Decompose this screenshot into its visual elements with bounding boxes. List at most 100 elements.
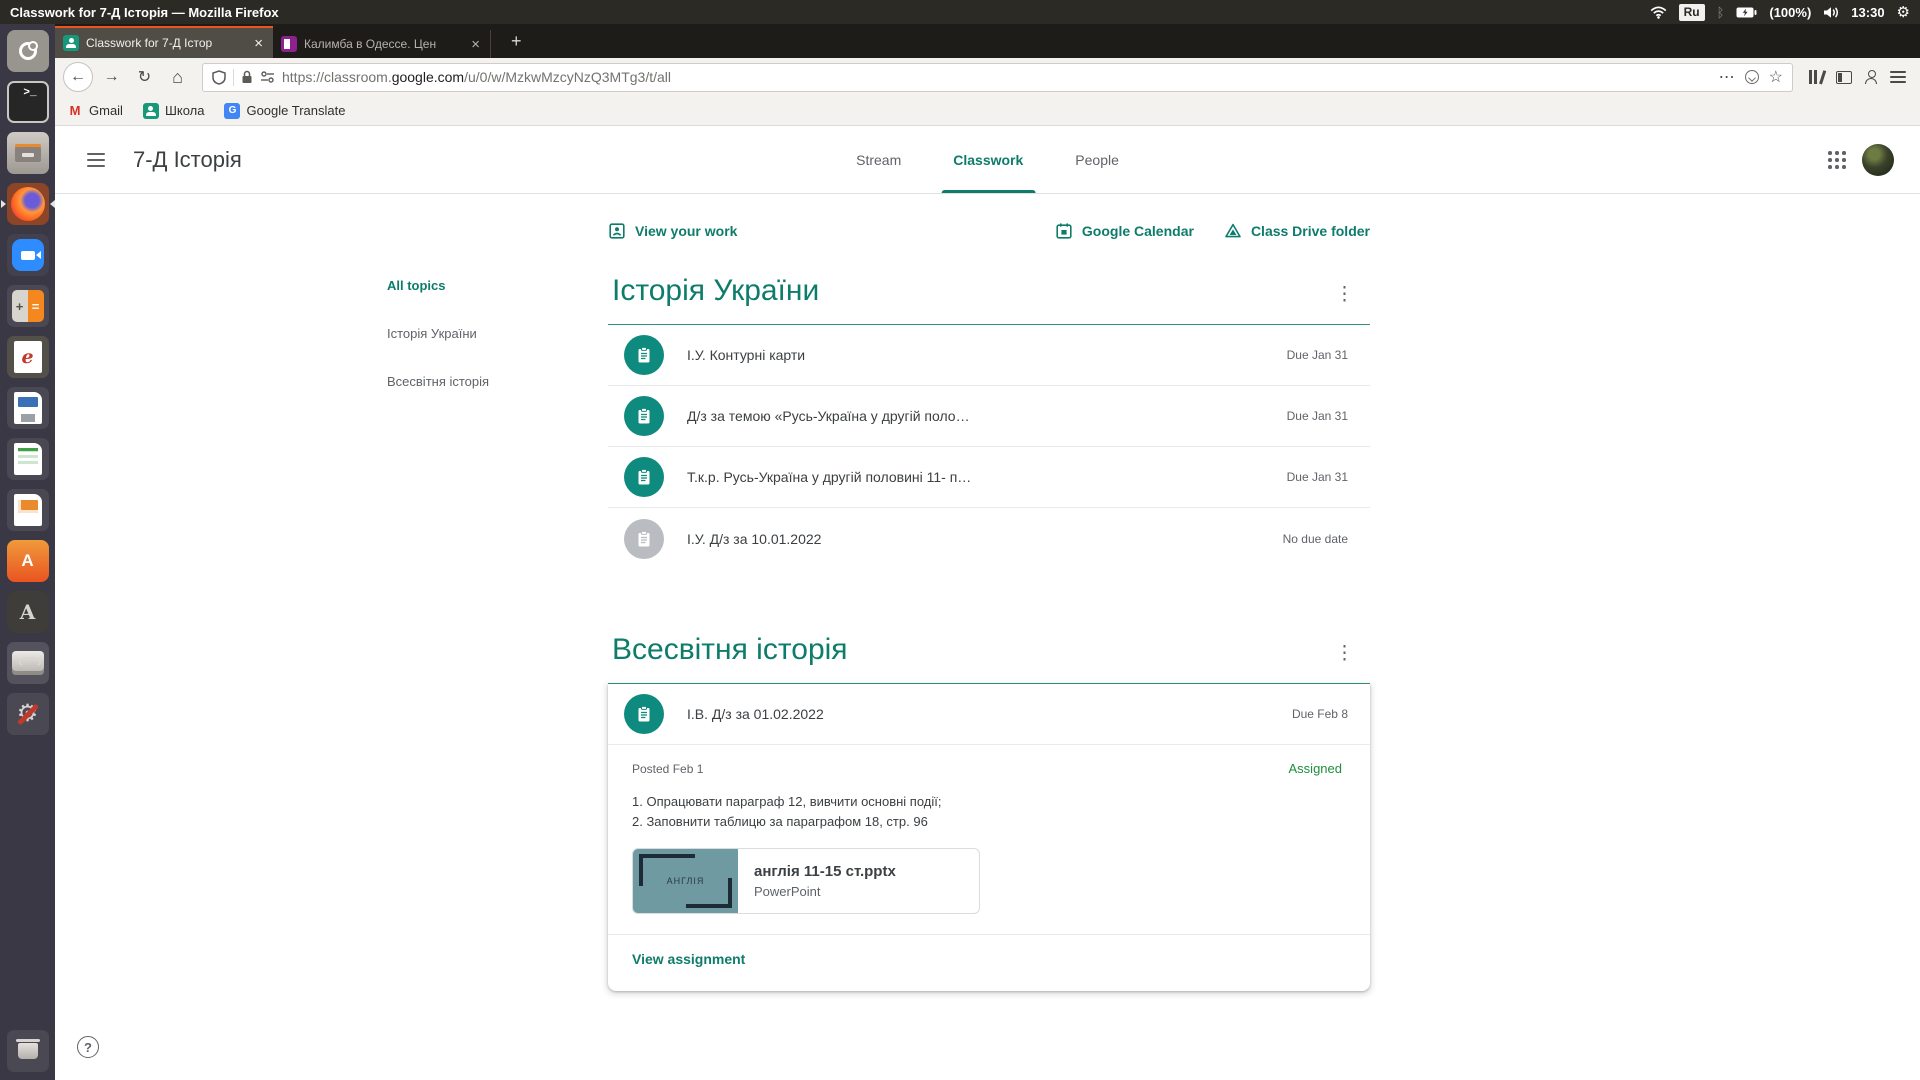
menu-hamburger-icon[interactable]	[1890, 71, 1906, 83]
assignment-row[interactable]: Д/з за темою «Русь-Україна у другій поло…	[608, 386, 1370, 447]
assignment-row[interactable]: І.У. Д/з за 10.01.2022 No due date	[608, 508, 1370, 569]
session-gear-icon[interactable]: ⚙	[1897, 3, 1910, 21]
dock-terminal-icon[interactable]: >_	[7, 81, 49, 123]
calendar-icon	[1055, 222, 1073, 240]
dock-disks-icon[interactable]	[7, 642, 49, 684]
section-kebab-menu-icon[interactable]	[1325, 279, 1364, 310]
assignment-title: І.В. Д/з за 01.02.2022	[687, 706, 824, 722]
wifi-icon[interactable]	[1650, 6, 1667, 19]
assignment-row[interactable]: Т.к.р. Русь-Україна у другій половині 11…	[608, 447, 1370, 508]
tab-people[interactable]: People	[1049, 126, 1145, 193]
assignment-due: Due Jan 31	[1287, 409, 1348, 423]
dock-ubuntu-settings-icon[interactable]	[7, 30, 49, 72]
bookmark-google-translate[interactable]: Google Translate	[224, 103, 345, 119]
assignment-clipboard-icon	[624, 457, 664, 497]
card-footer: View assignment	[608, 934, 1370, 991]
dock-system-tools-icon[interactable]: ⚙	[7, 693, 49, 735]
assignment-due: Due Jan 31	[1287, 470, 1348, 484]
topic-vsesvitnia-istoria[interactable]: Всесвітня історія	[387, 374, 602, 389]
terminal-prompt-icon: >_	[23, 87, 36, 99]
class-drive-folder-link[interactable]: Class Drive folder	[1224, 222, 1370, 240]
file-cabinet-icon	[15, 144, 41, 162]
topic-istoria-ukrainy[interactable]: Історія України	[387, 326, 602, 341]
home-button[interactable]	[163, 63, 192, 92]
attachment-thumb-text: АНГЛІЯ	[667, 876, 705, 886]
dock-zoom-icon[interactable]	[7, 234, 49, 276]
section-kebab-menu-icon[interactable]	[1325, 638, 1364, 669]
classwork-main: Історія України І.У. Контурні карти Due …	[608, 264, 1370, 991]
classroom-icon	[143, 103, 159, 119]
assignment-title: І.У. Контурні карти	[687, 347, 805, 363]
topic-all-topics[interactable]: All topics	[387, 278, 602, 293]
help-button[interactable]: ?	[77, 1036, 99, 1058]
section-vsesvitnia-istoria: Всесвітня історія І.В. Д/з за 01.02.2022…	[608, 623, 1370, 991]
tab-stream[interactable]: Stream	[830, 126, 927, 193]
attachment-kind: PowerPoint	[754, 884, 896, 899]
battery-icon[interactable]	[1736, 7, 1757, 18]
bookmark-shkola[interactable]: Школа	[143, 103, 205, 119]
new-tab-button[interactable]: +	[497, 24, 536, 58]
view-your-work-link[interactable]: View your work	[608, 222, 737, 240]
quick-links-row: View your work Google Calendar Class Dri…	[608, 222, 1370, 240]
clock[interactable]: 13:30	[1851, 5, 1884, 20]
bluetooth-icon[interactable]: ᛒ	[1717, 5, 1725, 20]
window-title: Classwork for 7-Д Історія — Mozilla Fire…	[0, 5, 279, 20]
assignment-row[interactable]: І.У. Контурні карти Due Jan 31	[608, 325, 1370, 386]
dock-document-viewer-icon[interactable]: e	[7, 336, 49, 378]
google-apps-grid-icon[interactable]	[1828, 151, 1846, 169]
forward-button[interactable]	[97, 63, 126, 92]
dock-calculator-icon[interactable]: +=	[7, 285, 49, 327]
avatar[interactable]	[1862, 144, 1894, 176]
volume-icon[interactable]	[1823, 6, 1839, 19]
bookmark-gmail[interactable]: Gmail	[67, 103, 123, 119]
classroom-favicon	[63, 35, 79, 51]
lock-icon[interactable]	[241, 70, 253, 84]
library-icon[interactable]	[1809, 70, 1824, 84]
sidebar-toggle-icon[interactable]	[1836, 71, 1852, 84]
bookmark-label: Gmail	[89, 103, 123, 118]
red-swirl-document-icon: e	[14, 341, 42, 373]
permissions-toggles-icon[interactable]	[260, 71, 275, 83]
writer-document-icon	[14, 392, 42, 424]
back-button[interactable]	[63, 62, 93, 92]
dock-libreoffice-writer-icon[interactable]	[7, 387, 49, 429]
main-menu-hamburger-icon[interactable]	[87, 153, 105, 167]
dock-silver-a-app-icon[interactable]: A	[7, 591, 49, 633]
bookmark-star-icon[interactable]	[1769, 67, 1783, 87]
gmail-icon	[67, 103, 83, 119]
pocket-icon[interactable]	[1745, 70, 1759, 84]
assignment-row-expanded[interactable]: І.В. Д/з за 01.02.2022 Due Feb 8	[608, 684, 1370, 745]
url-bar[interactable]: https://classroom.google.com/u/0/w/MzkwM…	[202, 63, 1793, 92]
dock-trash-icon[interactable]	[7, 1030, 49, 1072]
attachment-thumbnail: АНГЛІЯ	[633, 849, 738, 913]
tab-close-icon[interactable]	[252, 35, 265, 52]
expanded-assignment-card: І.В. Д/з за 01.02.2022 Due Feb 8 Posted …	[608, 684, 1370, 991]
assignment-clipboard-icon	[624, 335, 664, 375]
reload-button[interactable]	[130, 63, 159, 92]
keyboard-layout-indicator[interactable]: Ru	[1679, 4, 1705, 21]
assignment-due: No due date	[1283, 532, 1348, 546]
tracking-protection-shield-icon[interactable]	[212, 70, 226, 85]
dock-firefox-icon[interactable]	[7, 183, 49, 225]
battery-percentage: (100%)	[1769, 5, 1811, 20]
dock-files-icon[interactable]	[7, 132, 49, 174]
view-assignment-link[interactable]: View assignment	[632, 951, 745, 967]
tab-close-icon[interactable]	[469, 36, 482, 53]
section-title: Всесвітня історія	[612, 631, 848, 669]
tab-classwork[interactable]: Classwork for 7-Д Істор	[55, 26, 273, 58]
attachment-card[interactable]: АНГЛІЯ англія 11-15 ст.pptx PowerPoint	[632, 848, 980, 914]
course-nav-tabs: Stream Classwork People	[830, 126, 1145, 193]
dock-ubuntu-software-icon[interactable]: A	[7, 540, 49, 582]
url-prefix: https://classroom.	[282, 69, 392, 85]
tab-kalimba[interactable]: Калимба в Одессе. Цен	[273, 30, 491, 58]
url-text: https://classroom.google.com/u/0/w/MzkwM…	[282, 69, 671, 85]
dock-libreoffice-impress-icon[interactable]	[7, 489, 49, 531]
tab-classwork-nav[interactable]: Classwork	[927, 126, 1049, 193]
page-actions-dots-icon[interactable]	[1719, 67, 1735, 87]
account-icon[interactable]	[1864, 70, 1878, 84]
firefox-logo-icon	[11, 187, 45, 221]
dock-libreoffice-calc-icon[interactable]	[7, 438, 49, 480]
google-calendar-link[interactable]: Google Calendar	[1055, 222, 1194, 240]
attachment-name: англія 11-15 ст.pptx	[754, 863, 896, 880]
tab-bar: Classwork for 7-Д Істор Калимба в Одессе…	[55, 24, 1920, 58]
